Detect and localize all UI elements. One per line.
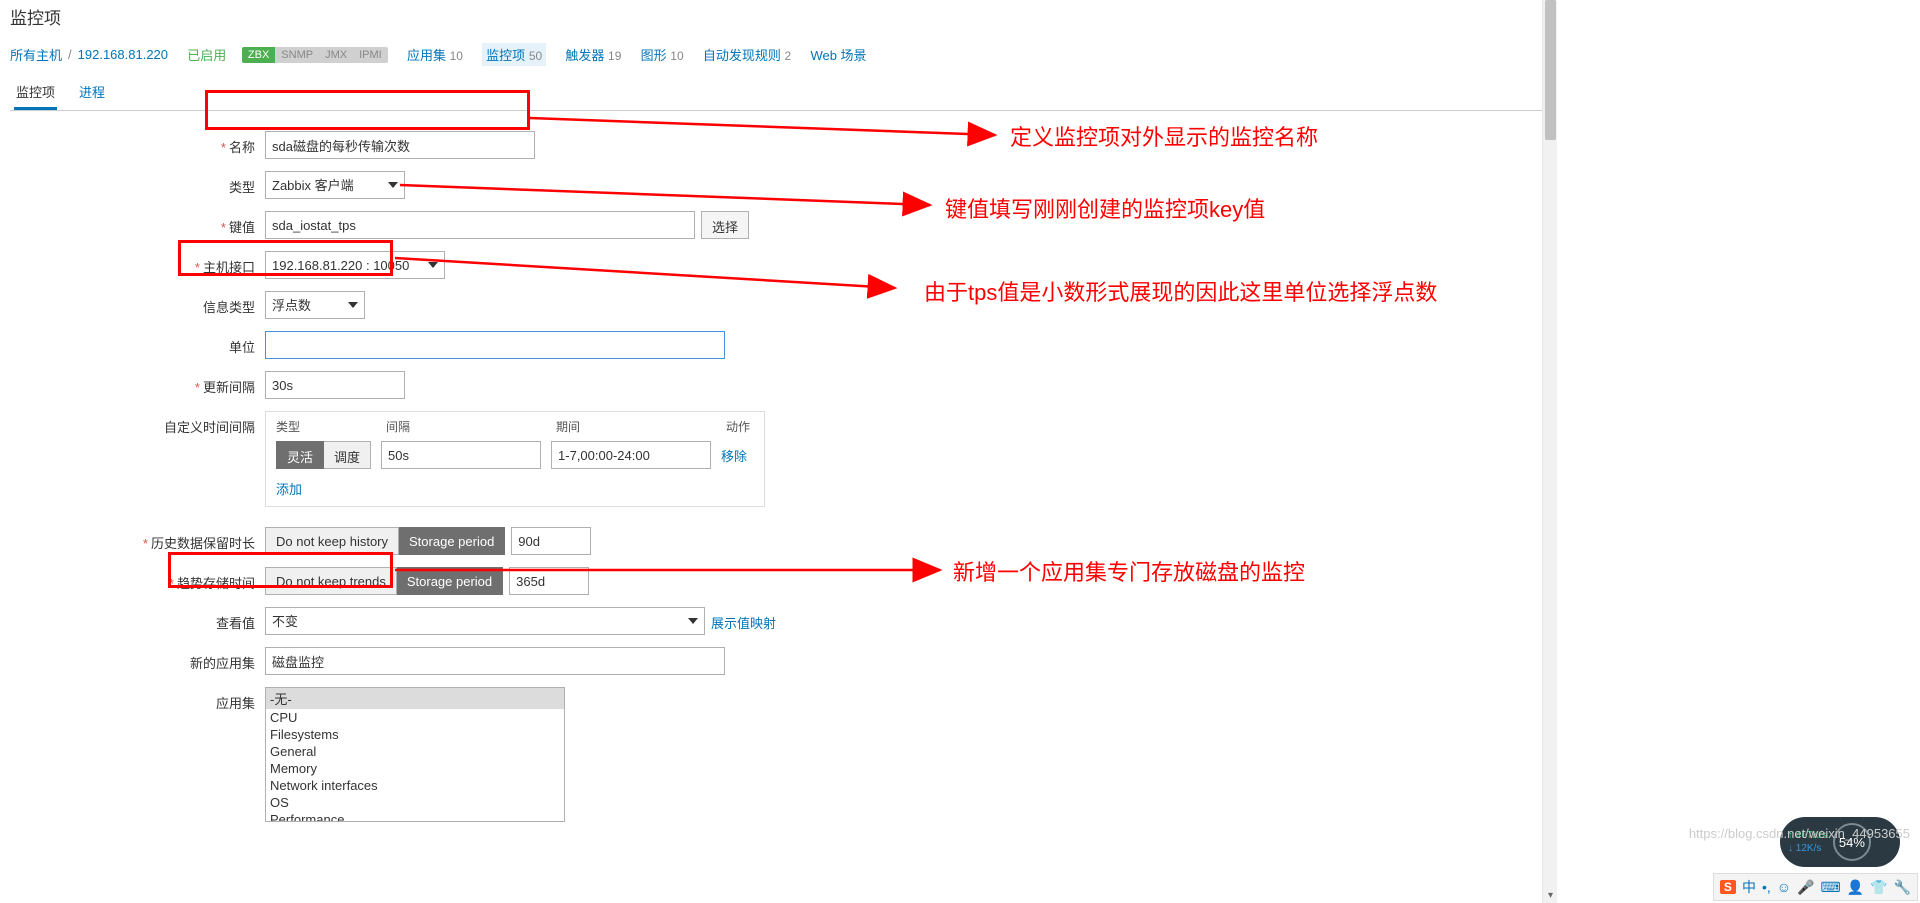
tray-tool-icon[interactable]: 🔧 [1894, 879, 1911, 896]
label-key: 键值 [229, 220, 255, 235]
nav-discovery[interactable]: 自动发现规则 2 [703, 45, 791, 64]
custint-head-type: 类型 [276, 418, 386, 435]
perf-download: ↓ 12K/s [1788, 843, 1827, 854]
label-info: 信息类型 [203, 300, 255, 315]
nav-items[interactable]: 监控项 50 [482, 43, 546, 66]
scroll-arrow-down-icon[interactable]: ▾ [1543, 888, 1558, 903]
breadcrumb-all-hosts[interactable]: 所有主机 [10, 45, 62, 64]
input-newapp[interactable] [265, 647, 725, 675]
select-hostif[interactable]: 192.168.81.220 : 10050 [265, 251, 445, 279]
ime-lang[interactable]: 中 [1742, 877, 1756, 897]
label-name: 名称 [229, 140, 255, 155]
custint-head-act: 动作 [726, 418, 750, 435]
input-update[interactable] [265, 371, 405, 399]
label-trend: 趋势存储时间 [177, 576, 255, 591]
label-apps: 应用集 [216, 696, 255, 711]
tray-mic-icon[interactable]: 🎤 [1797, 879, 1814, 896]
label-newapp: 新的应用集 [190, 656, 255, 671]
badge-snmp: SNMP [275, 47, 319, 63]
list-item[interactable]: General [266, 743, 564, 760]
tabs: 监控项 进程 [10, 76, 1553, 111]
custom-interval-box: 类型 间隔 期间 动作 灵活 调度 移除 添加 [265, 411, 765, 507]
seg-sched[interactable]: 调度 [324, 441, 371, 469]
input-custint-period[interactable] [551, 441, 711, 469]
tray-shirt-icon[interactable]: 👕 [1870, 879, 1887, 896]
status-enabled: 已启用 [187, 45, 226, 64]
select-info[interactable]: 浮点数 [265, 291, 365, 319]
select-type[interactable]: Zabbix 客户端 [265, 171, 405, 199]
label-unit: 单位 [229, 340, 255, 355]
seg-flex[interactable]: 灵活 [276, 441, 324, 469]
nav-apps[interactable]: 应用集 10 [407, 45, 463, 64]
select-view[interactable]: 不变 [265, 607, 705, 635]
list-item[interactable]: Filesystems [266, 726, 564, 743]
custint-head-int: 间隔 [386, 418, 556, 435]
page-title: 监控项 [10, 0, 1553, 39]
perf-widget[interactable]: ↑ 467K/s ↓ 12K/s 54% [1780, 817, 1900, 867]
list-item[interactable]: CPU [266, 709, 564, 726]
listbox-apps[interactable]: -无- CPU Filesystems General Memory Netwo… [265, 687, 565, 822]
input-key[interactable] [265, 211, 695, 239]
list-item[interactable]: Performance [266, 811, 564, 822]
input-history-period[interactable] [511, 527, 591, 555]
input-trend-period[interactable] [509, 567, 589, 595]
label-view: 查看值 [216, 616, 255, 631]
scrollbar-vertical[interactable]: ▴ ▾ [1542, 0, 1557, 903]
seg-trend-nokeep[interactable]: Do not keep trends [265, 567, 397, 595]
label-update: 更新间隔 [203, 380, 255, 395]
badge-ipmi: IPMI [353, 47, 388, 63]
link-add-interval[interactable]: 添加 [276, 482, 302, 497]
list-item[interactable]: Memory [266, 760, 564, 777]
tray-user-icon[interactable]: 👤 [1847, 879, 1864, 896]
seg-trend-storage[interactable]: Storage period [397, 567, 503, 595]
tab-process[interactable]: 进程 [77, 76, 107, 110]
input-name[interactable] [265, 131, 535, 159]
list-item[interactable]: -无- [266, 688, 564, 709]
proto-badges: ZBX SNMP JMX IPMI [242, 47, 388, 63]
label-hostif: 主机接口 [203, 260, 255, 275]
nav-triggers[interactable]: 触发器 19 [565, 45, 621, 64]
label-history: 历史数据保留时长 [151, 536, 255, 551]
watermark: https://blog.csdn.net/weixin_44953655 [1689, 826, 1910, 841]
input-custint-interval[interactable] [381, 441, 541, 469]
seg-hist-storage[interactable]: Storage period [399, 527, 505, 555]
badge-jmx: JMX [319, 47, 353, 63]
button-select-key[interactable]: 选择 [701, 211, 749, 239]
label-custint: 自定义时间间隔 [164, 420, 255, 435]
breadcrumb: 所有主机 / 192.168.81.220 已启用 ZBX SNMP JMX I… [10, 39, 1553, 76]
badge-zbx: ZBX [242, 47, 275, 63]
custint-head-period: 期间 [556, 418, 726, 435]
scrollbar-thumb[interactable] [1545, 0, 1556, 140]
input-unit[interactable] [265, 331, 725, 359]
system-tray[interactable]: S 中 •, ☺ 🎤 ⌨ 👤 👕 🔧 [1713, 873, 1918, 901]
breadcrumb-host-ip[interactable]: 192.168.81.220 [78, 47, 168, 62]
list-item[interactable]: Network interfaces [266, 777, 564, 794]
nav-web[interactable]: Web 场景 [810, 45, 866, 64]
link-remove-interval[interactable]: 移除 [721, 446, 747, 465]
tray-keyboard-icon[interactable]: ⌨ [1820, 879, 1840, 896]
nav-graphs[interactable]: 图形 10 [641, 45, 684, 64]
link-value-map[interactable]: 展示值映射 [711, 607, 776, 632]
tray-punct-icon[interactable]: •, [1762, 879, 1771, 895]
tray-smile-icon[interactable]: ☺ [1777, 879, 1791, 895]
tab-item[interactable]: 监控项 [14, 76, 57, 110]
label-type: 类型 [229, 180, 255, 195]
sogou-icon[interactable]: S [1720, 880, 1736, 894]
list-item[interactable]: OS [266, 794, 564, 811]
breadcrumb-sep: / [68, 47, 72, 62]
seg-hist-nokeep[interactable]: Do not keep history [265, 527, 399, 555]
